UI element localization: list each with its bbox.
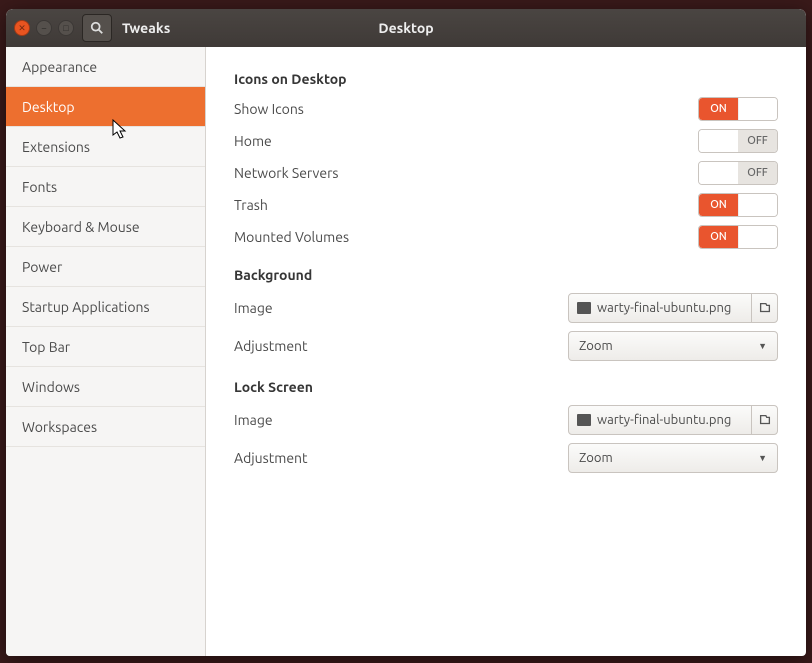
lockscreen-adjustment-row: Adjustment Zoom ▼	[234, 439, 778, 477]
section-title-lock-screen: Lock Screen	[234, 379, 778, 395]
sidebar-item-label: Power	[22, 259, 62, 275]
background-image-filechooser[interactable]: warty-final-ubuntu.png	[568, 293, 778, 323]
toggle-off-label: OFF	[738, 194, 777, 216]
background-image-label: Image	[234, 300, 273, 316]
toggle-switch[interactable]: ONOFF	[698, 161, 778, 185]
sidebar-item-appearance[interactable]: Appearance	[6, 47, 205, 87]
sidebar-item-workspaces[interactable]: Workspaces	[6, 407, 205, 447]
toggle-row-label: Network Servers	[234, 165, 338, 181]
toggle-switch[interactable]: ONOFF	[698, 225, 778, 249]
sidebar-item-top-bar[interactable]: Top Bar	[6, 327, 205, 367]
toggle-off-label: OFF	[738, 162, 777, 184]
toggle-switch[interactable]: ONOFF	[698, 193, 778, 217]
background-image-row: Image warty-final-ubuntu.png	[234, 289, 778, 327]
lockscreen-image-row: Image warty-final-ubuntu.png	[234, 401, 778, 439]
minimize-icon[interactable]: –	[36, 20, 52, 36]
toggle-row: Show Icons ONOFF	[234, 93, 778, 125]
toggle-switch[interactable]: ONOFF	[698, 129, 778, 153]
open-file-icon[interactable]	[751, 406, 777, 434]
toggle-row: Home ONOFF	[234, 125, 778, 157]
sidebar-item-label: Keyboard & Mouse	[22, 219, 140, 235]
search-button[interactable]	[82, 14, 112, 42]
sidebar-item-label: Fonts	[22, 179, 57, 195]
sidebar-item-extensions[interactable]: Extensions	[6, 127, 205, 167]
tweaks-window: ✕ – □ Tweaks Desktop Appearance Desktop Ex…	[6, 9, 806, 656]
chevron-down-icon: ▼	[758, 453, 767, 463]
sidebar-item-label: Extensions	[22, 139, 90, 155]
lockscreen-image-filechooser[interactable]: warty-final-ubuntu.png	[568, 405, 778, 435]
sidebar-item-keyboard-mouse[interactable]: Keyboard & Mouse	[6, 207, 205, 247]
sidebar-item-desktop[interactable]: Desktop	[6, 87, 205, 127]
toggle-on-label: ON	[699, 98, 738, 120]
section-title-background: Background	[234, 267, 778, 283]
image-file-icon	[577, 302, 591, 314]
content-pane: Icons on Desktop Show IconsONOFFHomeONOF…	[206, 47, 806, 656]
titlebar: ✕ – □ Tweaks Desktop	[6, 9, 806, 47]
background-adjustment-combo[interactable]: Zoom ▼	[568, 331, 778, 361]
window-body: Appearance Desktop Extensions Fonts Keyboard…	[6, 47, 806, 656]
image-file-icon	[577, 414, 591, 426]
toggle-row: Network Servers ONOFF	[234, 157, 778, 189]
window-controls: ✕ – □	[14, 20, 74, 36]
lockscreen-adjustment-combo[interactable]: Zoom ▼	[568, 443, 778, 473]
search-icon	[90, 21, 104, 35]
toggle-row: Trash ONOFF	[234, 189, 778, 221]
toggle-switch[interactable]: ONOFF	[698, 97, 778, 121]
toggle-off-label: OFF	[738, 130, 777, 152]
toggle-row-label: Mounted Volumes	[234, 229, 349, 245]
background-adjustment-value: Zoom	[579, 339, 613, 353]
lockscreen-adjustment-value: Zoom	[579, 451, 613, 465]
background-adjustment-row: Adjustment Zoom ▼	[234, 327, 778, 365]
app-title: Tweaks	[122, 20, 170, 36]
toggle-on-label: ON	[699, 162, 738, 184]
maximize-icon[interactable]: □	[58, 20, 74, 36]
sidebar-item-label: Windows	[22, 379, 80, 395]
chevron-down-icon: ▼	[758, 341, 767, 351]
toggle-off-label: OFF	[738, 226, 777, 248]
toggle-on-label: ON	[699, 194, 738, 216]
sidebar-item-power[interactable]: Power	[6, 247, 205, 287]
background-image-filename: warty-final-ubuntu.png	[597, 301, 731, 315]
sidebar-item-label: Appearance	[22, 59, 97, 75]
toggle-row-label: Trash	[234, 197, 268, 213]
sidebar-item-startup-applications[interactable]: Startup Applications	[6, 287, 205, 327]
toggle-on-label: ON	[699, 130, 738, 152]
lockscreen-adjustment-label: Adjustment	[234, 450, 308, 466]
lockscreen-image-label: Image	[234, 412, 273, 428]
background-adjustment-label: Adjustment	[234, 338, 308, 354]
sidebar-item-label: Startup Applications	[22, 299, 150, 315]
sidebar-item-fonts[interactable]: Fonts	[6, 167, 205, 207]
sidebar: Appearance Desktop Extensions Fonts Keyboard…	[6, 47, 206, 656]
toggle-row: Mounted Volumes ONOFF	[234, 221, 778, 253]
lockscreen-image-filename: warty-final-ubuntu.png	[597, 413, 731, 427]
sidebar-item-windows[interactable]: Windows	[6, 367, 205, 407]
sidebar-item-label: Workspaces	[22, 419, 97, 435]
open-file-icon[interactable]	[751, 294, 777, 322]
sidebar-item-label: Desktop	[22, 99, 75, 115]
section-title-icons-on-desktop: Icons on Desktop	[234, 71, 778, 87]
toggle-off-label: OFF	[738, 98, 777, 120]
toggle-on-label: ON	[699, 226, 738, 248]
close-icon[interactable]: ✕	[14, 20, 30, 36]
toggle-row-label: Home	[234, 133, 272, 149]
sidebar-item-label: Top Bar	[22, 339, 70, 355]
toggle-row-label: Show Icons	[234, 101, 304, 117]
